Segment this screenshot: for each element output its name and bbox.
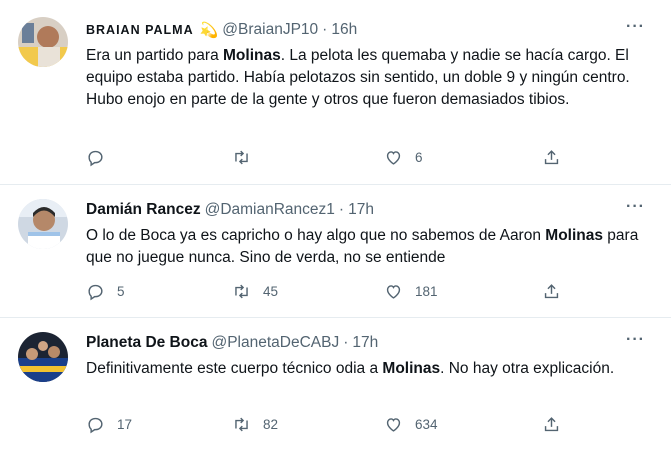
share-icon	[544, 150, 559, 165]
separator: ·	[322, 21, 328, 38]
avatar[interactable]	[18, 332, 68, 382]
highlight-keyword: Molinas	[223, 47, 281, 64]
avatar[interactable]	[18, 199, 68, 249]
share-button[interactable]	[542, 148, 561, 167]
tweet-actions: 6	[86, 148, 566, 168]
display-name[interactable]: Planeta De Boca	[86, 334, 207, 352]
tweet-text: O lo de Boca ya es capricho o hay algo q…	[86, 227, 639, 266]
retweet-icon	[235, 284, 248, 299]
highlight-keyword: Molinas	[545, 227, 603, 244]
tweet-text: Definitivamente este cuerpo técnico odia…	[86, 360, 615, 377]
display-name[interactable]: BRAIAN PALMA	[86, 23, 194, 37]
tweet-actions: 5 45 181	[86, 282, 566, 302]
reply-icon	[88, 417, 103, 434]
reply-button[interactable]: 5	[86, 282, 125, 301]
reply-count: 5	[117, 284, 125, 299]
like-count: 634	[415, 417, 438, 432]
more-options-icon[interactable]: ···	[626, 198, 645, 216]
separator: ·	[338, 201, 345, 218]
highlight-keyword: Molinas	[382, 360, 441, 377]
like-icon	[386, 151, 401, 165]
user-handle[interactable]: @DamianRancez1	[205, 201, 335, 219]
retweet-button[interactable]: 45	[232, 282, 278, 301]
reply-icon	[88, 150, 103, 167]
reply-button[interactable]	[86, 148, 117, 167]
share-icon	[544, 284, 559, 299]
like-icon	[386, 418, 401, 432]
retweet-icon	[235, 417, 248, 432]
retweet-count: 82	[263, 417, 279, 432]
tweet-header: Planeta De Boca @PlanetaDeCABJ · 17h	[86, 333, 378, 353]
timestamp[interactable]: 17h	[352, 334, 378, 352]
tweet-header: Damián Rancez @DamianRancez1 · 17h	[86, 200, 374, 220]
tweet-actions: 17 82 634	[86, 415, 566, 435]
more-options-icon[interactable]: ···	[626, 331, 645, 349]
like-icon	[386, 285, 401, 299]
user-handle[interactable]: @BraianJP10	[222, 21, 318, 39]
reply-button[interactable]: 17	[86, 415, 132, 434]
like-button[interactable]: 181	[384, 282, 438, 301]
timestamp[interactable]: 16h	[331, 21, 357, 39]
timestamp[interactable]: 17h	[348, 201, 374, 219]
reply-count: 17	[117, 417, 133, 432]
retweet-button[interactable]: 82	[232, 415, 278, 434]
display-name[interactable]: Damián Rancez	[86, 201, 201, 219]
tweet[interactable]: Damián Rancez @DamianRancez1 · 17h ··· O…	[0, 185, 671, 318]
more-options-icon[interactable]: ···	[626, 18, 645, 36]
like-button[interactable]: 6	[384, 148, 423, 167]
like-count: 6	[415, 150, 423, 165]
like-count: 181	[415, 284, 438, 299]
tweet[interactable]: Planeta De Boca @PlanetaDeCABJ · 17h ···…	[0, 318, 671, 452]
retweet-button[interactable]	[232, 148, 263, 167]
tweet-text: Era un partido para Molinas. La pelota l…	[86, 47, 630, 108]
separator: ·	[343, 334, 349, 351]
user-handle[interactable]: @PlanetaDeCABJ	[211, 334, 339, 352]
tweet-header: BRAIAN PALMA 💫 @BraianJP10 · 16h	[86, 20, 357, 40]
avatar[interactable]	[18, 17, 68, 67]
share-button[interactable]	[542, 282, 561, 301]
badge-emoji: 💫	[199, 22, 219, 39]
retweet-icon	[235, 150, 248, 165]
share-button[interactable]	[542, 415, 561, 434]
share-icon	[544, 417, 559, 432]
retweet-count: 45	[263, 284, 279, 299]
reply-icon	[88, 284, 103, 301]
tweet[interactable]: BRAIAN PALMA 💫 @BraianJP10 · 16h ··· Era…	[0, 0, 671, 185]
like-button[interactable]: 634	[384, 415, 438, 434]
